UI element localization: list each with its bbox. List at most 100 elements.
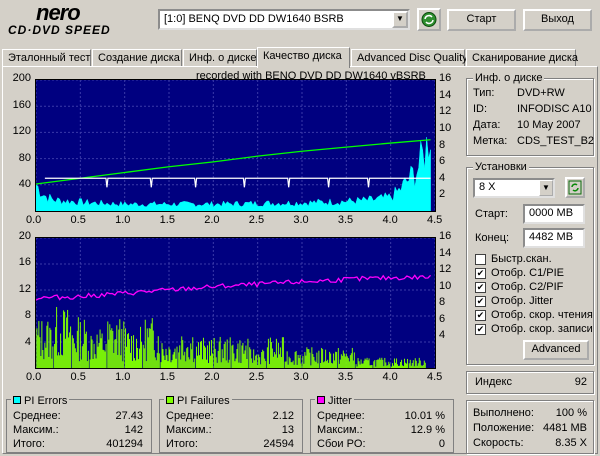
y2-tick-label: 10	[439, 279, 452, 292]
pi-failures-total-label: Итого:	[166, 438, 198, 450]
x-tick-label: 1.0	[115, 371, 131, 383]
position-value: 4481 MB	[542, 422, 587, 434]
refresh-drives-button[interactable]	[417, 8, 441, 31]
x-tick-label: 4.0	[382, 371, 398, 383]
y-tick-label: 16	[18, 256, 31, 269]
disc-type-value: DVD+RW	[517, 87, 565, 99]
option-checkbox[interactable]: ✔	[475, 282, 486, 293]
pi-errors-title-text: PI Errors	[24, 395, 68, 407]
x-tick-label: 3.0	[293, 371, 309, 383]
disc-info-title: Инф. о диске	[473, 72, 545, 84]
pi-errors-chart-svg	[35, 79, 436, 212]
x-tick-label: 2.0	[204, 371, 220, 383]
chevron-down-icon[interactable]: ▼	[539, 180, 553, 196]
jitter-avg: 10.01 %	[404, 410, 445, 422]
chevron-down-icon[interactable]: ▼	[392, 11, 408, 28]
pi-failures-swatch	[166, 396, 174, 404]
option-label: Отобр. Jitter	[491, 295, 553, 307]
write-speed-line	[44, 177, 431, 188]
y2-tick-label: 4	[439, 329, 446, 341]
exit-button[interactable]: Выход	[523, 9, 592, 31]
y2-tick-label: 2	[439, 188, 446, 201]
advanced-button[interactable]: Advanced	[523, 340, 589, 360]
disc-id-label: ID:	[473, 103, 488, 115]
index-label: Индекс	[475, 376, 512, 388]
option-checkbox[interactable]: ✔	[475, 268, 486, 279]
drive-select-value: [1:0] BENQ DVD DD DW1640 BSRB	[164, 13, 344, 25]
y2-tick-label: 10	[439, 121, 452, 134]
done-value: 100 %	[555, 407, 587, 419]
y-tick-label: 200	[12, 72, 31, 84]
x-tick-label: 3.0	[293, 214, 309, 226]
start-mb-input[interactable]: 0000 MB	[523, 204, 585, 224]
tab-create-disc[interactable]: Создание диска	[92, 49, 182, 67]
pi-failures-max: 13	[281, 424, 294, 436]
done-label: Выполнено:	[473, 407, 534, 419]
x-tick-label: 2.0	[204, 214, 220, 226]
y2-tick-label: 12	[439, 263, 452, 275]
pi-failures-max-label: Максим.:	[166, 424, 212, 436]
read-speed-line	[35, 139, 431, 185]
option-checkbox[interactable]: ✔	[475, 296, 486, 307]
y-tick-label: 160	[12, 98, 31, 111]
x-tick-label: 3.5	[337, 371, 354, 383]
x-tick-label: 1.5	[159, 214, 175, 226]
disc-date-value: 10 May 2007	[517, 119, 581, 131]
pi-errors-avg: 27.43	[115, 410, 143, 422]
disc-mark-label: Метка:	[473, 135, 508, 147]
option-label: Отобр. C1/PIE	[491, 267, 564, 279]
refresh-speed-button[interactable]	[565, 177, 585, 198]
pi-failures-chart-svg	[35, 237, 436, 368]
y2-tick-label: 14	[439, 88, 452, 101]
pi-failures-avg-label: Среднее:	[166, 410, 214, 422]
y-tick-label: 80	[18, 151, 31, 164]
disc-type-label: Тип:	[473, 87, 495, 99]
pi-errors-area	[35, 137, 431, 212]
speed-label: Скорость:	[473, 437, 524, 449]
progress-box: Выполнено: 100 % Положение: 4481 MB Скор…	[466, 400, 594, 454]
tab-disc-info[interactable]: Инф. о диске	[183, 49, 257, 67]
po-failures-value: 0	[438, 438, 445, 450]
tab-advanced-disc-quality[interactable]: Advanced Disc Quality	[351, 49, 468, 67]
y2-tick-label: 6	[439, 312, 446, 325]
pi-errors-max: 142	[124, 424, 143, 436]
y-tick-label: 8	[24, 309, 31, 322]
option-checkbox[interactable]: ✔	[475, 324, 486, 335]
pi-errors-total-label: Итого:	[13, 438, 45, 450]
tab-benchmark[interactable]: Эталонный тест	[2, 49, 91, 67]
jitter-swatch	[317, 396, 325, 404]
disc-date-label: Дата:	[473, 119, 501, 131]
y-tick-label: 20	[18, 230, 31, 242]
y2-tick-label: 12	[439, 105, 452, 118]
pi-failures-chart	[35, 237, 436, 369]
speed-select[interactable]: 8 X ▼	[473, 178, 555, 198]
y2-tick-label: 8	[439, 296, 446, 308]
tab-bar: Эталонный тест Создание диска Инф. о дис…	[2, 47, 598, 68]
speed-select-value: 8 X	[479, 181, 496, 193]
refresh-icon	[421, 12, 437, 27]
nero-logo: nero CD·DVD SPEED	[6, 0, 146, 42]
quality-index-box: Индекс 92	[466, 371, 594, 394]
y2-tick-label: 14	[439, 246, 452, 259]
option-label: Быстр.скан.	[491, 253, 552, 265]
jitter-title-text: Jitter	[328, 395, 352, 407]
tab-disc-scan[interactable]: Сканирование диска	[466, 49, 578, 67]
x-tick-label: 3.5	[337, 214, 354, 226]
drive-select[interactable]: [1:0] BENQ DVD DD DW1640 BSRB ▼	[158, 9, 410, 30]
option-checkbox[interactable]	[475, 254, 486, 265]
pi-failures-title: PI Failures	[164, 395, 232, 407]
x-tick-label: 4.5	[427, 214, 443, 226]
option-checkbox[interactable]: ✔	[475, 310, 486, 321]
start-button[interactable]: Старт	[447, 9, 516, 31]
tab-disc-quality[interactable]: Качество диска	[257, 47, 350, 68]
disc-info-group: Инф. о диске Тип: DVD+RW ID: INFODISC A1…	[466, 72, 594, 156]
end-mb-input[interactable]: 4482 MB	[523, 228, 585, 248]
pi-errors-swatch	[13, 396, 21, 404]
pi-failures-title-text: PI Failures	[177, 395, 230, 407]
x-tick-label: 1.5	[159, 371, 175, 383]
x-tick-label: 0.0	[26, 214, 42, 226]
y-tick-label: 40	[18, 178, 31, 191]
x-tick-label: 2.5	[248, 371, 265, 383]
y-tick-label: 4	[24, 335, 31, 348]
refresh-icon	[568, 180, 582, 195]
